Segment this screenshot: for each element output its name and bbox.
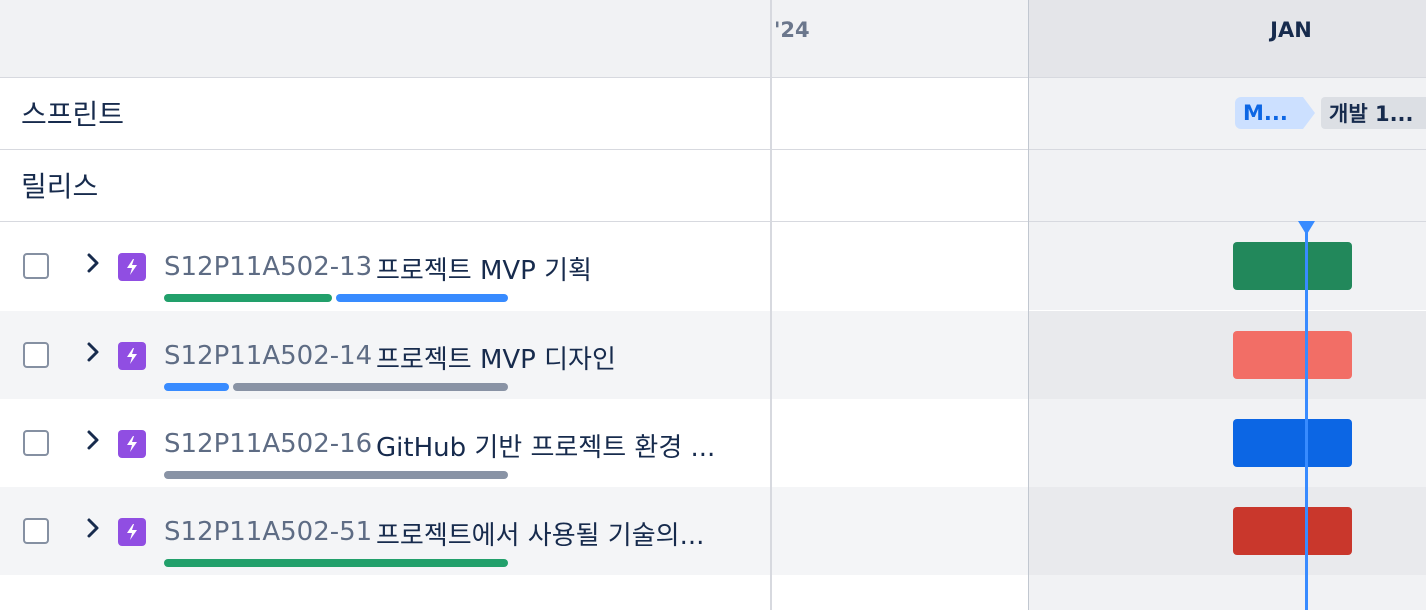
today-marker-line: [1305, 230, 1308, 610]
issue-row-month-bg: [1029, 311, 1426, 399]
expand-chevron-icon[interactable]: [84, 250, 102, 283]
epic-lightning-icon: [118, 342, 146, 370]
year-label: '24: [774, 18, 810, 42]
issue-row-month-bg: [1029, 222, 1426, 310]
epic-lightning-icon: [118, 518, 146, 546]
release-row-month-bg: [1029, 150, 1426, 221]
expand-chevron-icon[interactable]: [84, 427, 102, 460]
issue-timeline-bar[interactable]: [1233, 507, 1352, 555]
sprint-chip[interactable]: M...: [1235, 97, 1315, 129]
issue-row-month-bg: [1029, 399, 1426, 487]
list-timeline-divider[interactable]: [770, 0, 772, 610]
issue-title[interactable]: 프로젝트에서 사용될 기술의...: [376, 515, 756, 552]
issue-row[interactable]: S12P11A502-51 프로젝트에서 사용될 기술의...: [0, 487, 1352, 575]
progress-segment-in-progress: [164, 383, 229, 391]
month-divider: [1028, 0, 1029, 610]
issue-key[interactable]: S12P11A502-16: [164, 429, 372, 459]
issue-row-month-bg: [1029, 575, 1426, 610]
row-select-checkbox[interactable]: [23, 430, 49, 456]
issue-title[interactable]: 프로젝트 MVP 디자인: [376, 339, 756, 376]
issue-row[interactable]: S12P11A502-14 프로젝트 MVP 디자인: [0, 311, 1352, 399]
issue-title[interactable]: GitHub 기반 프로젝트 환경 ...: [376, 427, 756, 464]
today-marker-icon: [1298, 221, 1315, 235]
progress-segment-in-progress: [336, 294, 508, 302]
sprint-chip-label: M...: [1243, 101, 1288, 125]
issue-key[interactable]: S12P11A502-14: [164, 341, 372, 371]
releases-row-label: 릴리스: [21, 170, 99, 203]
row-select-checkbox[interactable]: [23, 518, 49, 544]
progress-segment-done: [164, 294, 332, 302]
row-select-checkbox[interactable]: [23, 253, 49, 279]
issue-row-month-bg: [1029, 487, 1426, 575]
sprint-chip[interactable]: 개발 1...: [1321, 97, 1426, 129]
issue-row[interactable]: S12P11A502-13 프로젝트 MVP 기획: [0, 222, 1352, 310]
sprint-chip-label: 개발 1...: [1329, 102, 1414, 126]
issue-key[interactable]: S12P11A502-13: [164, 252, 372, 282]
issue-timeline-bar[interactable]: [1233, 331, 1352, 379]
issue-timeline-bar[interactable]: [1233, 242, 1352, 290]
progress-segment-done: [164, 559, 508, 567]
sprints-row-label: 스프린트: [21, 98, 125, 131]
epic-lightning-icon: [118, 430, 146, 458]
issue-timeline-bar[interactable]: [1233, 419, 1352, 467]
issue-row[interactable]: S12P11A502-16 GitHub 기반 프로젝트 환경 ...: [0, 399, 1352, 487]
issue-key[interactable]: S12P11A502-51: [164, 517, 372, 547]
issue-title[interactable]: 프로젝트 MVP 기획: [376, 250, 756, 287]
timeline-header-month-column: [1029, 0, 1426, 77]
row-select-checkbox[interactable]: [23, 342, 49, 368]
expand-chevron-icon[interactable]: [84, 339, 102, 372]
progress-segment-todo: [233, 383, 508, 391]
month-label: JAN: [1270, 18, 1312, 42]
progress-segment-todo: [164, 471, 508, 479]
epic-lightning-icon: [118, 253, 146, 281]
row-divider: [0, 149, 1426, 150]
timeline-header-left: [0, 0, 770, 77]
timeline-header-year-column: [772, 0, 1028, 77]
expand-chevron-icon[interactable]: [84, 515, 102, 548]
